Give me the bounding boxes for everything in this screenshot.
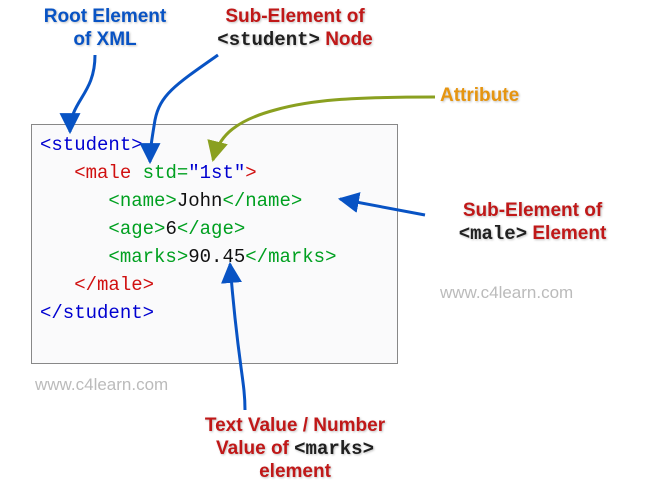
label-tag: <student> — [217, 29, 320, 51]
code-marks-close: </marks> — [245, 246, 336, 268]
code-name-close: </name> — [222, 190, 302, 212]
xml-code-box: <student> <male std="1st"> <name>John</n… — [31, 124, 398, 364]
label-tag: <marks> — [294, 438, 374, 460]
label-text-value: Text Value / Number Value of <marks> ele… — [170, 415, 420, 483]
code-marks-open: <marks> — [108, 246, 188, 268]
code-age-open: <age> — [108, 218, 165, 240]
code-male-open-end: > — [245, 162, 256, 184]
code-age-close: </age> — [177, 218, 245, 240]
code-male-open: <male — [74, 162, 131, 184]
label-sub-element-student: Sub-Element of <student> Node — [195, 6, 395, 52]
arrow-root — [70, 55, 95, 132]
watermark-2: www.c4learn.com — [35, 375, 168, 395]
label-tag: <male> — [459, 223, 527, 245]
code-name-open: <name> — [108, 190, 176, 212]
label-root-element: Root Element of XML — [20, 6, 190, 52]
code-male-close: </male> — [74, 274, 154, 296]
label-text: Sub-Element of — [225, 6, 364, 27]
watermark-1: www.c4learn.com — [440, 283, 573, 303]
code-name-text: John — [177, 190, 223, 212]
code-student-close: </student> — [40, 302, 154, 324]
code-attr-value: "1st" — [188, 162, 245, 184]
label-text: Element — [527, 223, 606, 244]
code-age-text: 6 — [165, 218, 176, 240]
label-text: Node — [320, 29, 373, 50]
label-attribute: Attribute — [440, 85, 519, 108]
code-marks-text: 90.45 — [188, 246, 245, 268]
label-sub-element-male: Sub-Element of <male> Element — [430, 200, 635, 246]
label-text: element — [259, 461, 331, 482]
label-text: Sub-Element of — [463, 200, 602, 221]
code-student-open: <student> — [40, 134, 143, 156]
code-attr-name: std= — [131, 162, 188, 184]
